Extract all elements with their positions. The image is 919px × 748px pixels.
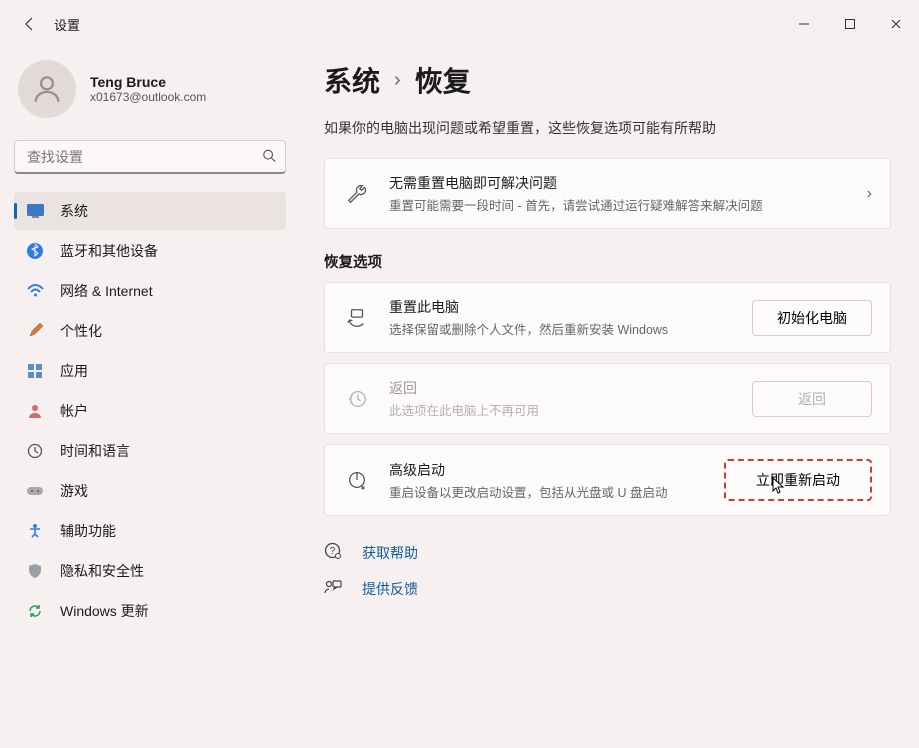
close-button[interactable] (873, 0, 919, 48)
reset-pc-card: 重置此电脑 选择保留或删除个人文件，然后重新安装 Windows 初始化电脑 (324, 282, 891, 353)
nav-personalization[interactable]: 个性化 (14, 312, 286, 350)
advanced-startup-card: 高级启动 重启设备以更改启动设置，包括从光盘或 U 盘启动 立即重新启动 (324, 444, 891, 516)
get-help-link[interactable]: ? 获取帮助 (324, 542, 891, 563)
card-desc: 此选项在此电脑上不再可用 (389, 400, 734, 419)
bluetooth-icon (26, 242, 44, 260)
nav-label: 个性化 (60, 321, 102, 341)
user-block[interactable]: Teng Bruce x01673@outlook.com (14, 56, 286, 136)
feedback-icon (324, 579, 344, 599)
window-controls (781, 0, 919, 48)
titlebar: 设置 (0, 0, 919, 48)
account-icon (26, 402, 44, 420)
apps-icon (26, 362, 44, 380)
card-title: 高级启动 (389, 460, 706, 480)
clock-icon (26, 442, 44, 460)
nav-list: 系统 蓝牙和其他设备 网络 & Internet 个性化 应用 帐户 时间和语言… (14, 192, 286, 630)
nav-apps[interactable]: 应用 (14, 352, 286, 390)
nav-time[interactable]: 时间和语言 (14, 432, 286, 470)
search-wrap (14, 140, 286, 174)
card-desc: 选择保留或删除个人文件，然后重新安装 Windows (389, 319, 734, 338)
breadcrumb-current: 恢复 (415, 60, 471, 100)
feedback-link[interactable]: 提供反馈 (324, 579, 891, 599)
nav-label: 网络 & Internet (60, 281, 153, 301)
main-content: 系统 › 恢复 如果你的电脑出现问题或希望重置，这些恢复选项可能有所帮助 无需重… (300, 48, 919, 748)
section-title: 恢复选项 (324, 251, 891, 272)
sidebar: Teng Bruce x01673@outlook.com 系统 蓝牙和其他设备… (0, 48, 300, 748)
go-back-button: 返回 (752, 381, 872, 417)
back-button[interactable] (18, 12, 42, 36)
power-icon (343, 469, 371, 491)
nav-network[interactable]: 网络 & Internet (14, 272, 286, 310)
link-label: 获取帮助 (362, 543, 418, 563)
search-icon (262, 149, 276, 166)
button-label: 立即重新启动 (756, 472, 840, 488)
help-icon: ? (324, 542, 344, 563)
nav-label: Windows 更新 (60, 601, 149, 621)
card-title: 重置此电脑 (389, 297, 734, 317)
breadcrumb: 系统 › 恢复 (324, 60, 891, 100)
nav-label: 隐私和安全性 (60, 561, 144, 581)
nav-label: 游戏 (60, 481, 88, 501)
footer-links: ? 获取帮助 提供反馈 (324, 542, 891, 599)
chevron-right-icon: › (867, 185, 872, 203)
nav-bluetooth[interactable]: 蓝牙和其他设备 (14, 232, 286, 270)
reset-icon (343, 307, 371, 329)
reset-pc-button[interactable]: 初始化电脑 (752, 300, 872, 336)
cursor-icon (772, 477, 786, 498)
user-name: Teng Bruce (90, 74, 206, 90)
card-title: 返回 (389, 378, 734, 398)
brush-icon (26, 322, 44, 340)
card-desc: 重置可能需要一段时间 - 首先，请尝试通过运行疑难解答来解决问题 (389, 195, 849, 214)
system-icon (26, 202, 44, 220)
shield-icon (26, 562, 44, 580)
nav-label: 系统 (60, 201, 88, 221)
accessibility-icon (26, 522, 44, 540)
restart-now-button[interactable]: 立即重新启动 (724, 459, 872, 501)
card-title: 无需重置电脑即可解决问题 (389, 173, 849, 193)
chevron-right-icon: › (394, 69, 401, 92)
nav-label: 应用 (60, 361, 88, 381)
troubleshoot-card[interactable]: 无需重置电脑即可解决问题 重置可能需要一段时间 - 首先，请尝试通过运行疑难解答… (324, 158, 891, 229)
minimize-button[interactable] (781, 0, 827, 48)
search-input[interactable] (14, 140, 286, 174)
nav-label: 时间和语言 (60, 441, 130, 461)
nav-label: 帐户 (60, 401, 88, 421)
wrench-icon (343, 183, 371, 205)
app-title: 设置 (54, 15, 80, 34)
svg-text:?: ? (330, 546, 336, 557)
user-email: x01673@outlook.com (90, 90, 206, 104)
nav-privacy[interactable]: 隐私和安全性 (14, 552, 286, 590)
nav-label: 辅助功能 (60, 521, 116, 541)
wifi-icon (26, 282, 44, 300)
nav-accounts[interactable]: 帐户 (14, 392, 286, 430)
page-lead: 如果你的电脑出现问题或希望重置，这些恢复选项可能有所帮助 (324, 118, 891, 138)
nav-update[interactable]: Windows 更新 (14, 592, 286, 630)
nav-label: 蓝牙和其他设备 (60, 241, 158, 261)
nav-system[interactable]: 系统 (14, 192, 286, 230)
avatar (18, 60, 76, 118)
go-back-card: 返回 此选项在此电脑上不再可用 返回 (324, 363, 891, 434)
maximize-button[interactable] (827, 0, 873, 48)
gaming-icon (26, 482, 44, 500)
history-icon (343, 388, 371, 410)
link-label: 提供反馈 (362, 579, 418, 599)
breadcrumb-parent[interactable]: 系统 (324, 60, 380, 100)
nav-gaming[interactable]: 游戏 (14, 472, 286, 510)
nav-accessibility[interactable]: 辅助功能 (14, 512, 286, 550)
card-desc: 重启设备以更改启动设置，包括从光盘或 U 盘启动 (389, 482, 706, 501)
update-icon (26, 602, 44, 620)
